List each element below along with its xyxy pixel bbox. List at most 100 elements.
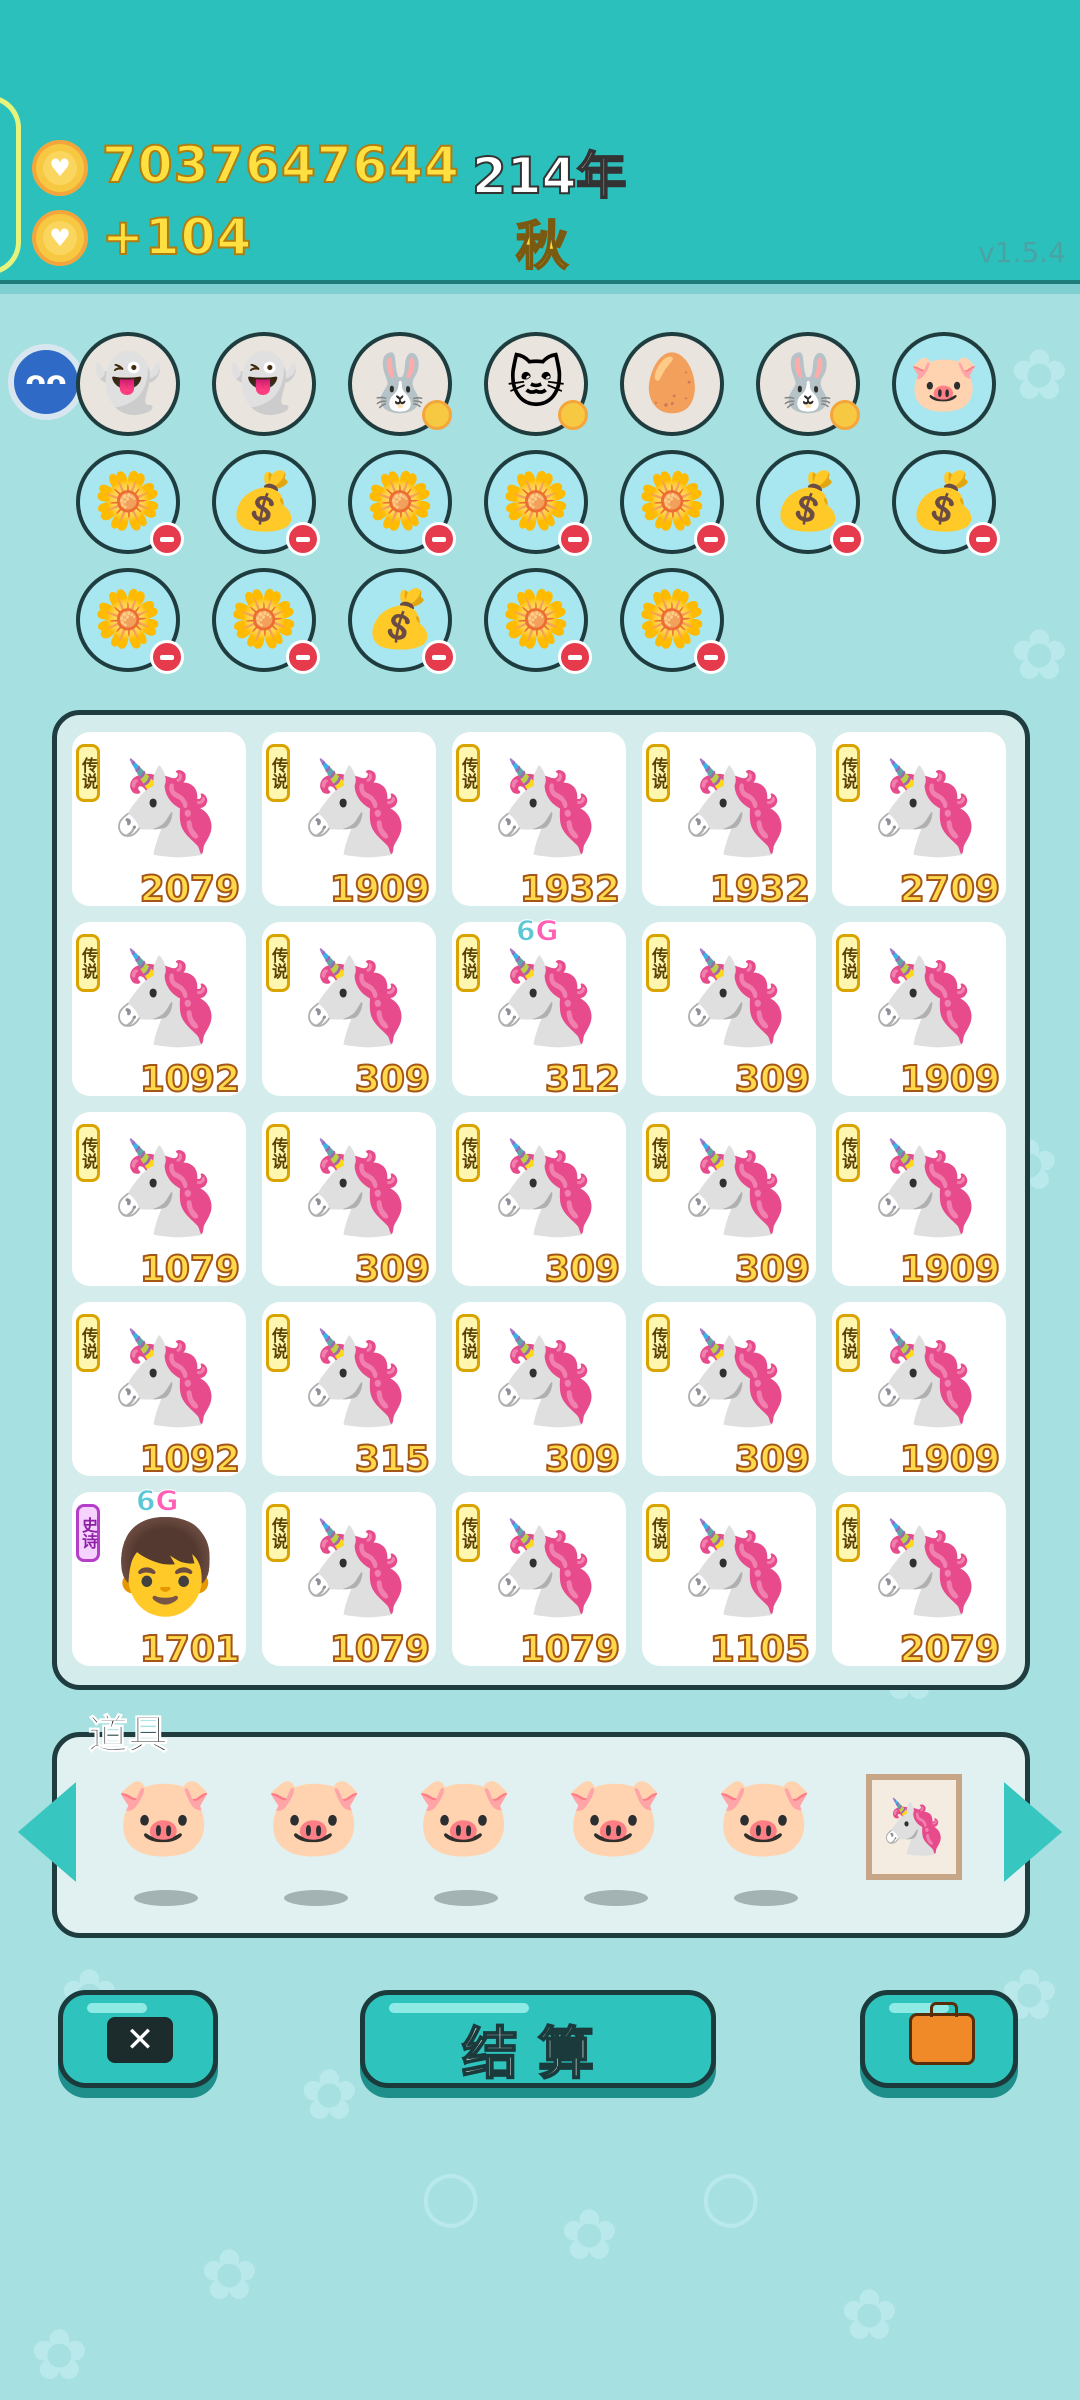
card-value: 1105 [709,1628,811,1671]
shelf-slot-flower-pot-icon[interactable]: 🌼 [620,450,728,556]
shelf-slot-cat-icon[interactable]: 🐱 [484,332,588,436]
unit-card[interactable]: 传说 🦄 2079 [72,732,246,911]
shelf-slot-ghost-icon[interactable]: 👻 [212,332,316,436]
unicorn-icon: 🦄 [868,1134,983,1241]
shelf-slot-egg-tray-icon[interactable]: 🥚 [620,332,724,436]
remove-icon[interactable] [286,522,320,556]
unit-card[interactable]: 传说 🦄 1909 [832,1302,1006,1481]
unit-card[interactable]: 传说 🦄 1932 [642,732,816,911]
shelf-slot-sack-icon[interactable]: 💰 [892,450,1000,556]
unit-card[interactable]: 传说 🦄 1909 [262,732,436,911]
close-button[interactable]: ✕ [58,1990,218,2088]
remove-icon[interactable] [694,522,728,556]
settle-button[interactable]: 结算 [360,1990,716,2088]
tool-piggy-bank[interactable]: 🐷 [712,1778,816,1906]
header-divider [0,284,1080,294]
unicorn-icon: 🦄 [678,1324,793,1431]
tool-piggy-bank[interactable]: 🐷 [112,1778,216,1906]
unit-card[interactable]: 传说 🦄 1105 [642,1492,816,1671]
unicorn-icon: 🦄 [298,1324,413,1431]
unicorn-icon: 🦄 [108,944,223,1051]
unit-card[interactable]: 传说 🦄 1909 [832,922,1006,1101]
unicorn-icon: 🦄 [868,1324,983,1431]
shelf-slot-flower-pot-icon[interactable]: 🌼 [76,568,184,674]
unicorn-icon: 🦄 [298,754,413,861]
shelf-slot-flower-pot-icon[interactable]: 🌼 [620,568,728,674]
unit-card[interactable]: 传说 🦄 1932 [452,732,626,911]
shelf-slot-piggy-bank-icon[interactable]: 🐷 [892,332,996,436]
unit-card[interactable]: 传说 🦄 1909 [832,1112,1006,1291]
shelf-slot-flower-pot-icon[interactable]: 🌼 [484,450,592,556]
unit-card[interactable]: 传说 🦄 1079 [262,1492,436,1671]
card-value: 1092 [139,1058,241,1101]
legend-tag: 传说 [646,1504,670,1562]
boy-character-icon: 👦 [108,1514,223,1621]
legend-tag: 传说 [836,1504,860,1562]
bag-button[interactable] [860,1990,1018,2088]
cat-icon: 🐱 [506,351,566,416]
tools-next-arrow[interactable] [1004,1782,1062,1882]
unicorn-icon: 🦄 [678,754,793,861]
piggy-bank-icon: 🐷 [909,351,979,416]
shelf-slot-rabbit-icon[interactable]: 🐰 [348,332,452,436]
sack-icon: 💰 [909,469,979,534]
shelf-slot-flower-pot-icon[interactable]: 🌼 [76,450,184,556]
close-icon: ✕ [107,2017,173,2063]
coin-income-icon: ♥ [32,210,88,266]
remove-icon[interactable] [150,522,184,556]
tools-prev-arrow[interactable] [18,1782,76,1882]
unit-card[interactable]: 传说 🦄 1092 [72,1302,246,1481]
season-label: 秋 [515,216,569,278]
legend-tag: 传说 [266,744,290,802]
remove-icon[interactable] [966,522,1000,556]
shelf-slot-flower-pot-icon[interactable]: 🌼 [212,568,320,674]
unit-card[interactable]: 传说 🦄 309 [452,1112,626,1291]
remove-icon[interactable] [422,640,456,674]
side-panel-handle[interactable] [0,95,21,275]
player-avatar[interactable]: ᴖᴖ [8,344,84,420]
unit-card[interactable]: 传说 🦄 1079 [72,1112,246,1291]
remove-icon[interactable] [422,522,456,556]
income-amount: +104 [101,207,253,267]
unit-card[interactable]: 传说 🦄 2709 [832,732,1006,911]
shelf-slot-ghost-icon[interactable]: 👻 [76,332,180,436]
shelf-slot-flower-pot-icon[interactable]: 🌼 [484,568,592,674]
remove-icon[interactable] [150,640,184,674]
shelf-slot-flower-pot-icon[interactable]: 🌼 [348,450,456,556]
shelf-slot-sack-icon[interactable]: 💰 [348,568,456,674]
legend-tag: 传说 [266,1314,290,1372]
legend-tag: 传说 [266,934,290,992]
epic-tag: 史诗 [76,1504,100,1562]
unit-card[interactable]: 传说 🦄 309 [452,1302,626,1481]
unit-card[interactable]: 传说 🦄 2079 [832,1492,1006,1671]
tool-piggy-bank[interactable]: 🐷 [262,1778,366,1906]
flower-pot-icon: 🌼 [93,587,163,652]
remove-icon[interactable] [558,640,592,674]
briefcase-icon [909,2002,975,2065]
unit-card[interactable]: 传说 🦄 1092 [72,922,246,1101]
unit-card[interactable]: 传说 🦄 309 [642,1302,816,1481]
version-label: v1.5.4 [978,236,1066,269]
unit-card[interactable]: 传说 🦄 6G 312 [452,914,626,1101]
unit-card[interactable]: 传说 🦄 315 [262,1302,436,1481]
unit-card[interactable]: 史诗 👦 6G 1701 [72,1484,246,1671]
legend-tag: 传说 [76,744,100,802]
unit-card[interactable]: 传说 🦄 309 [642,1112,816,1291]
unit-card[interactable]: 传说 🦄 309 [262,1112,436,1291]
shelf-slot-sack-icon[interactable]: 💰 [756,450,864,556]
tool-shadow [734,1890,798,1906]
unit-card[interactable]: 传说 🦄 309 [262,922,436,1101]
unit-card[interactable]: 传说 🦄 1079 [452,1492,626,1671]
remove-icon[interactable] [286,640,320,674]
legend-tag: 传说 [266,1504,290,1562]
unit-card[interactable]: 传说 🦄 309 [642,922,816,1101]
shelf-slot-rabbit-icon[interactable]: 🐰 [756,332,860,436]
shelf-slot-sack-icon[interactable]: 💰 [212,450,320,556]
tool-piggy-bank[interactable]: 🐷 [562,1778,666,1906]
remove-icon[interactable] [830,522,864,556]
tool-piggy-bank[interactable]: 🐷 [412,1778,516,1906]
remove-icon[interactable] [694,640,728,674]
unicorn-picture-icon[interactable]: 🦄 [866,1774,962,1880]
remove-icon[interactable] [558,522,592,556]
coin-badge-icon [830,400,860,430]
